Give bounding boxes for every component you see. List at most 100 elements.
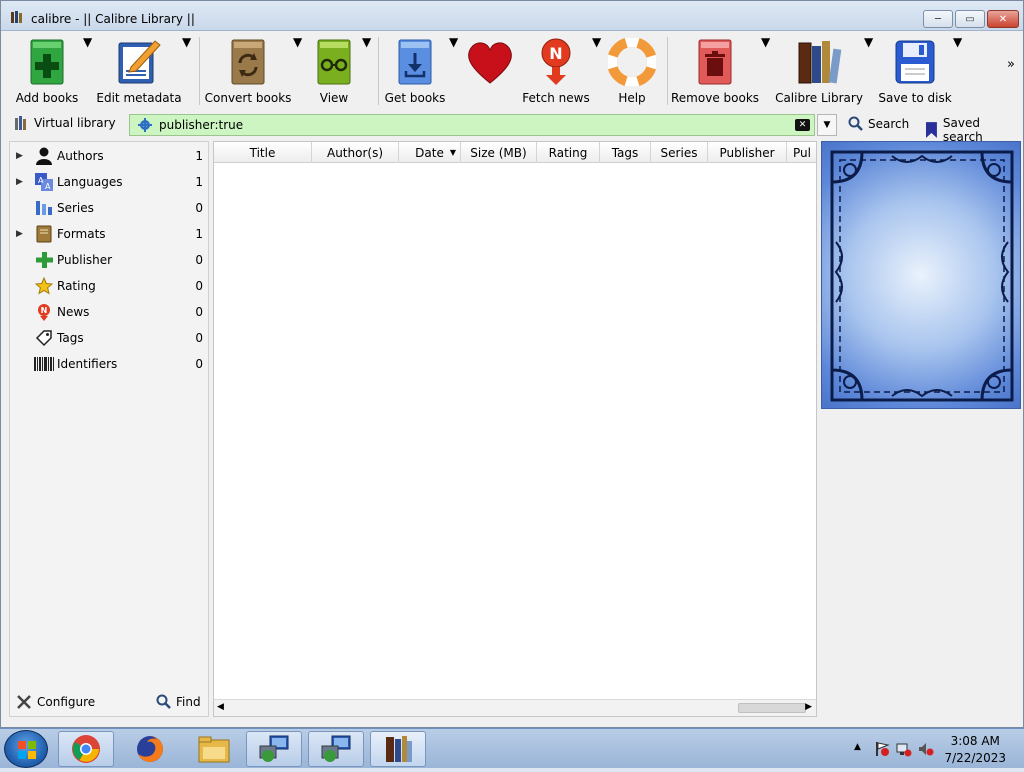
find-button[interactable]: Find (156, 694, 201, 709)
expand-arrow-icon[interactable]: ▶ (16, 151, 23, 161)
toolbar-label: Remove books (671, 91, 760, 105)
taskbar-network-app-button[interactable] (246, 731, 302, 767)
tag-browser-item-identifiers[interactable]: Identifiers 0 (10, 351, 208, 377)
system-tray: ▲ 3:08 AM 7/22/2023 (834, 729, 1024, 769)
book-list-table[interactable]: Title Author(s) Date ▼ Size (MB) Rating T… (213, 141, 817, 717)
help-button[interactable]: Help (607, 35, 657, 107)
view-menu-arrow[interactable]: ▼ (362, 35, 371, 107)
help-lifebuoy-icon (608, 38, 656, 86)
tag-browser-item-authors[interactable]: ▶ Authors 1 (10, 143, 208, 169)
chrome-icon (72, 735, 100, 763)
virtual-library-button[interactable]: Virtual library (15, 116, 116, 130)
tag-browser-label: Rating (57, 279, 96, 293)
show-hidden-icons-button[interactable]: ▲ (854, 742, 861, 752)
saved-search-button[interactable]: Saved search (926, 116, 1023, 144)
taskbar-explorer-button[interactable] (186, 731, 242, 767)
calibre-library-button[interactable]: Calibre Library (775, 35, 863, 107)
tag-browser-item-languages[interactable]: ▶ AA Languages 1 (10, 169, 208, 195)
save-to-disk-menu-arrow[interactable]: ▼ (953, 35, 962, 107)
add-books-button[interactable]: Add books (15, 35, 79, 107)
toolbar-label: Convert books (204, 91, 292, 105)
column-header-series[interactable]: Series (651, 142, 708, 163)
convert-books-menu-arrow[interactable]: ▼ (293, 35, 302, 107)
remove-books-button[interactable]: Remove books (671, 35, 760, 107)
maximize-button[interactable]: ▭ (955, 10, 985, 28)
search-input[interactable]: publisher:true ✕ (129, 114, 815, 136)
firefox-icon (137, 736, 163, 762)
configure-label: Configure (37, 695, 96, 709)
volume-muted-icon[interactable] (918, 741, 934, 757)
convert-books-icon (231, 39, 265, 85)
tag-browser-count: 1 (195, 227, 203, 241)
fetch-news-button[interactable]: N Fetch news (522, 35, 590, 107)
tag-browser-item-series[interactable]: Series 0 (10, 195, 208, 221)
edit-metadata-menu-arrow[interactable]: ▼ (182, 35, 191, 107)
column-header-date[interactable]: Date ▼ (399, 142, 461, 163)
network-status-icon[interactable] (896, 741, 912, 757)
configure-button[interactable]: Configure (16, 694, 95, 710)
tag-browser-item-formats[interactable]: ▶ Formats 1 (10, 221, 208, 247)
add-books-icon (30, 39, 64, 85)
column-header-tags[interactable]: Tags (600, 142, 651, 163)
system-clock[interactable]: 3:08 AM 7/22/2023 (944, 733, 1006, 767)
taskbar-firefox-button[interactable] (122, 731, 178, 767)
search-history-dropdown[interactable]: ▼ (817, 114, 837, 136)
get-books-icon (398, 39, 432, 85)
tag-browser-label: Languages (57, 175, 123, 189)
column-header-label: Title (249, 145, 276, 160)
bookmark-icon (926, 122, 937, 138)
column-header-rating[interactable]: Rating (537, 142, 600, 163)
scroll-right-arrow-icon[interactable]: ▶ (805, 702, 812, 712)
tag-browser-item-tags[interactable]: Tags 0 (10, 325, 208, 351)
column-header-publisher[interactable]: Publisher (708, 142, 787, 163)
donate-button[interactable] (463, 35, 517, 107)
calibre-library-menu-arrow[interactable]: ▼ (864, 35, 873, 107)
taskbar-chrome-button[interactable] (58, 731, 114, 767)
languages-icon: AA (35, 173, 53, 191)
column-header-label: Author(s) (326, 145, 383, 160)
taskbar-network-app-button-2[interactable] (308, 731, 364, 767)
get-books-button[interactable]: Get books (385, 35, 445, 107)
expand-arrow-icon[interactable]: ▶ (16, 229, 23, 239)
taskbar-calibre-button[interactable] (370, 731, 426, 767)
title-bar[interactable]: calibre - || Calibre Library || ─ ▭ ✕ (1, 1, 1023, 31)
add-books-menu-arrow[interactable]: ▼ (83, 35, 92, 107)
tag-browser-count: 0 (195, 279, 203, 293)
action-center-flag-icon[interactable] (874, 741, 890, 757)
get-books-menu-arrow[interactable]: ▼ (449, 35, 458, 107)
horizontal-scrollbar[interactable]: ◀ ▶ (214, 699, 816, 716)
save-to-disk-button[interactable]: Save to disk (878, 35, 952, 107)
view-button[interactable]: View (309, 35, 359, 107)
search-button[interactable]: Search (848, 116, 909, 131)
fetch-news-menu-arrow[interactable]: ▼ (592, 35, 601, 107)
view-icon (317, 39, 351, 85)
tag-browser-count: 0 (195, 331, 203, 345)
tag-browser-item-publisher[interactable]: Publisher 0 (10, 247, 208, 273)
column-header-published[interactable]: Pul (787, 142, 816, 163)
wrench-icon (17, 695, 31, 709)
clear-search-icon[interactable]: ✕ (795, 119, 810, 131)
tag-browser-count: 0 (195, 253, 203, 267)
default-book-cover[interactable] (821, 141, 1021, 409)
clock-time: 3:08 AM (950, 734, 1000, 748)
tag-browser-label: News (57, 305, 90, 319)
start-button[interactable] (4, 730, 48, 768)
network-app-icon (259, 735, 289, 762)
column-header-authors[interactable]: Author(s) (312, 142, 399, 163)
column-header-title[interactable]: Title (214, 142, 312, 163)
tag-browser-item-news[interactable]: N News 0 (10, 299, 208, 325)
convert-books-button[interactable]: Convert books (204, 35, 292, 107)
tag-browser: ▶ Authors 1 ▶ AA Languages 1 Series 0 ▶ … (9, 141, 209, 717)
minimize-button[interactable]: ─ (923, 10, 953, 28)
close-button[interactable]: ✕ (987, 10, 1019, 28)
scroll-left-arrow-icon[interactable]: ◀ (217, 702, 224, 712)
tag-browser-item-rating[interactable]: Rating 0 (10, 273, 208, 299)
column-header-size[interactable]: Size (MB) (461, 142, 537, 163)
scrollbar-thumb[interactable] (738, 703, 806, 713)
remove-books-menu-arrow[interactable]: ▼ (761, 35, 770, 107)
toolbar-label: Save to disk (878, 91, 952, 105)
expand-arrow-icon[interactable]: ▶ (16, 177, 23, 187)
column-header-label: Size (MB) (470, 145, 527, 160)
edit-metadata-button[interactable]: Edit metadata (96, 35, 182, 107)
toolbar-separator (378, 37, 379, 105)
